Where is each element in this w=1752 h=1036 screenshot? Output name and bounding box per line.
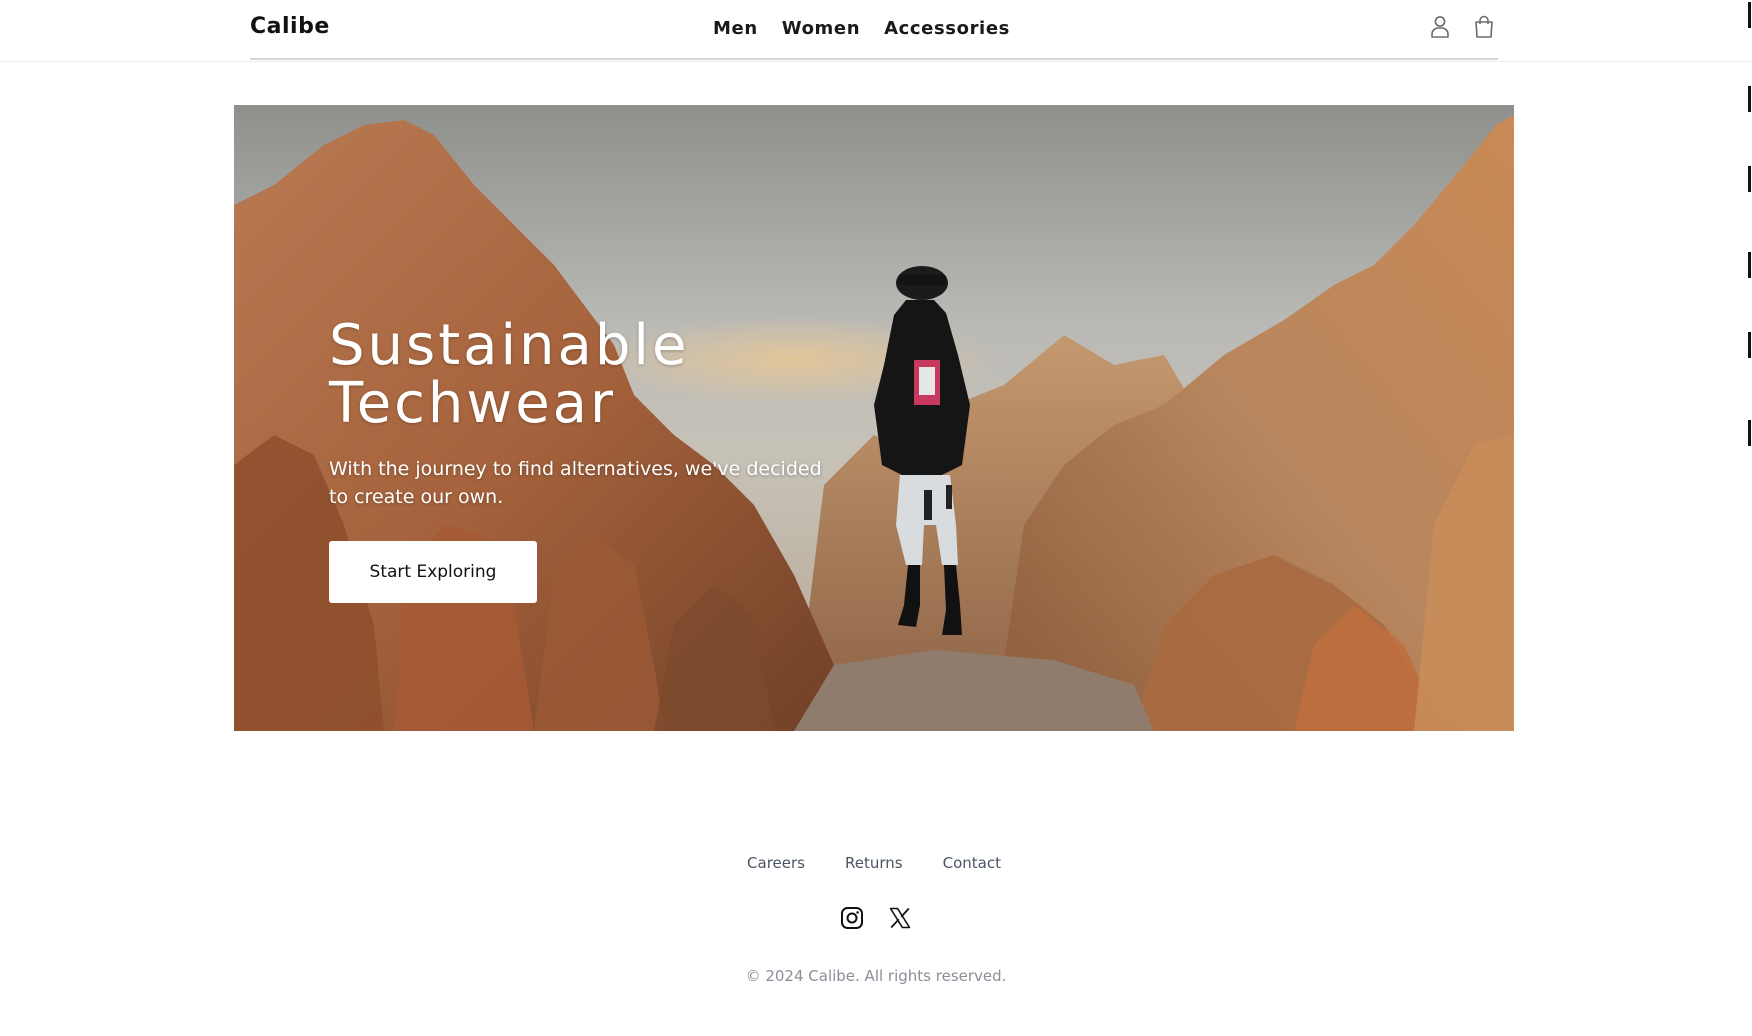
header-actions [1428, 14, 1496, 40]
social-links [0, 906, 1752, 930]
shopping-bag-icon[interactable] [1472, 14, 1496, 40]
footer-links: Careers Returns Contact [0, 854, 1752, 872]
hero-title-line-2: Techwear [329, 371, 617, 436]
hero-title: Sustainable Techwear [329, 317, 689, 433]
hero-title-line-1: Sustainable [329, 313, 690, 378]
nav-link-women[interactable]: Women [782, 18, 860, 39]
page: Calibe Men Women Accessories Sustainable… [0, 0, 1752, 1036]
start-exploring-button[interactable]: Start Exploring [329, 541, 537, 603]
scrollbar[interactable] [1748, 0, 1752, 1036]
user-icon[interactable] [1428, 14, 1452, 40]
hero-subtitle: With the journey to find alternatives, w… [329, 458, 822, 508]
main-nav: Men Women Accessories [713, 18, 1010, 39]
hero-banner: Sustainable Techwear With the journey to… [234, 105, 1514, 731]
brand-logo[interactable]: Calibe [250, 14, 330, 39]
footer-link-returns[interactable]: Returns [845, 854, 903, 872]
nav-link-men[interactable]: Men [713, 18, 758, 39]
nav-link-accessories[interactable]: Accessories [884, 18, 1010, 39]
footer-link-contact[interactable]: Contact [943, 854, 1001, 872]
instagram-icon[interactable] [840, 906, 864, 930]
x-icon[interactable] [888, 906, 912, 930]
site-header: Calibe Men Women Accessories [250, 0, 1498, 60]
header-divider [0, 61, 1752, 62]
footer-link-careers[interactable]: Careers [747, 854, 805, 872]
copyright-text: © 2024 Calibe. All rights reserved. [745, 967, 1007, 985]
